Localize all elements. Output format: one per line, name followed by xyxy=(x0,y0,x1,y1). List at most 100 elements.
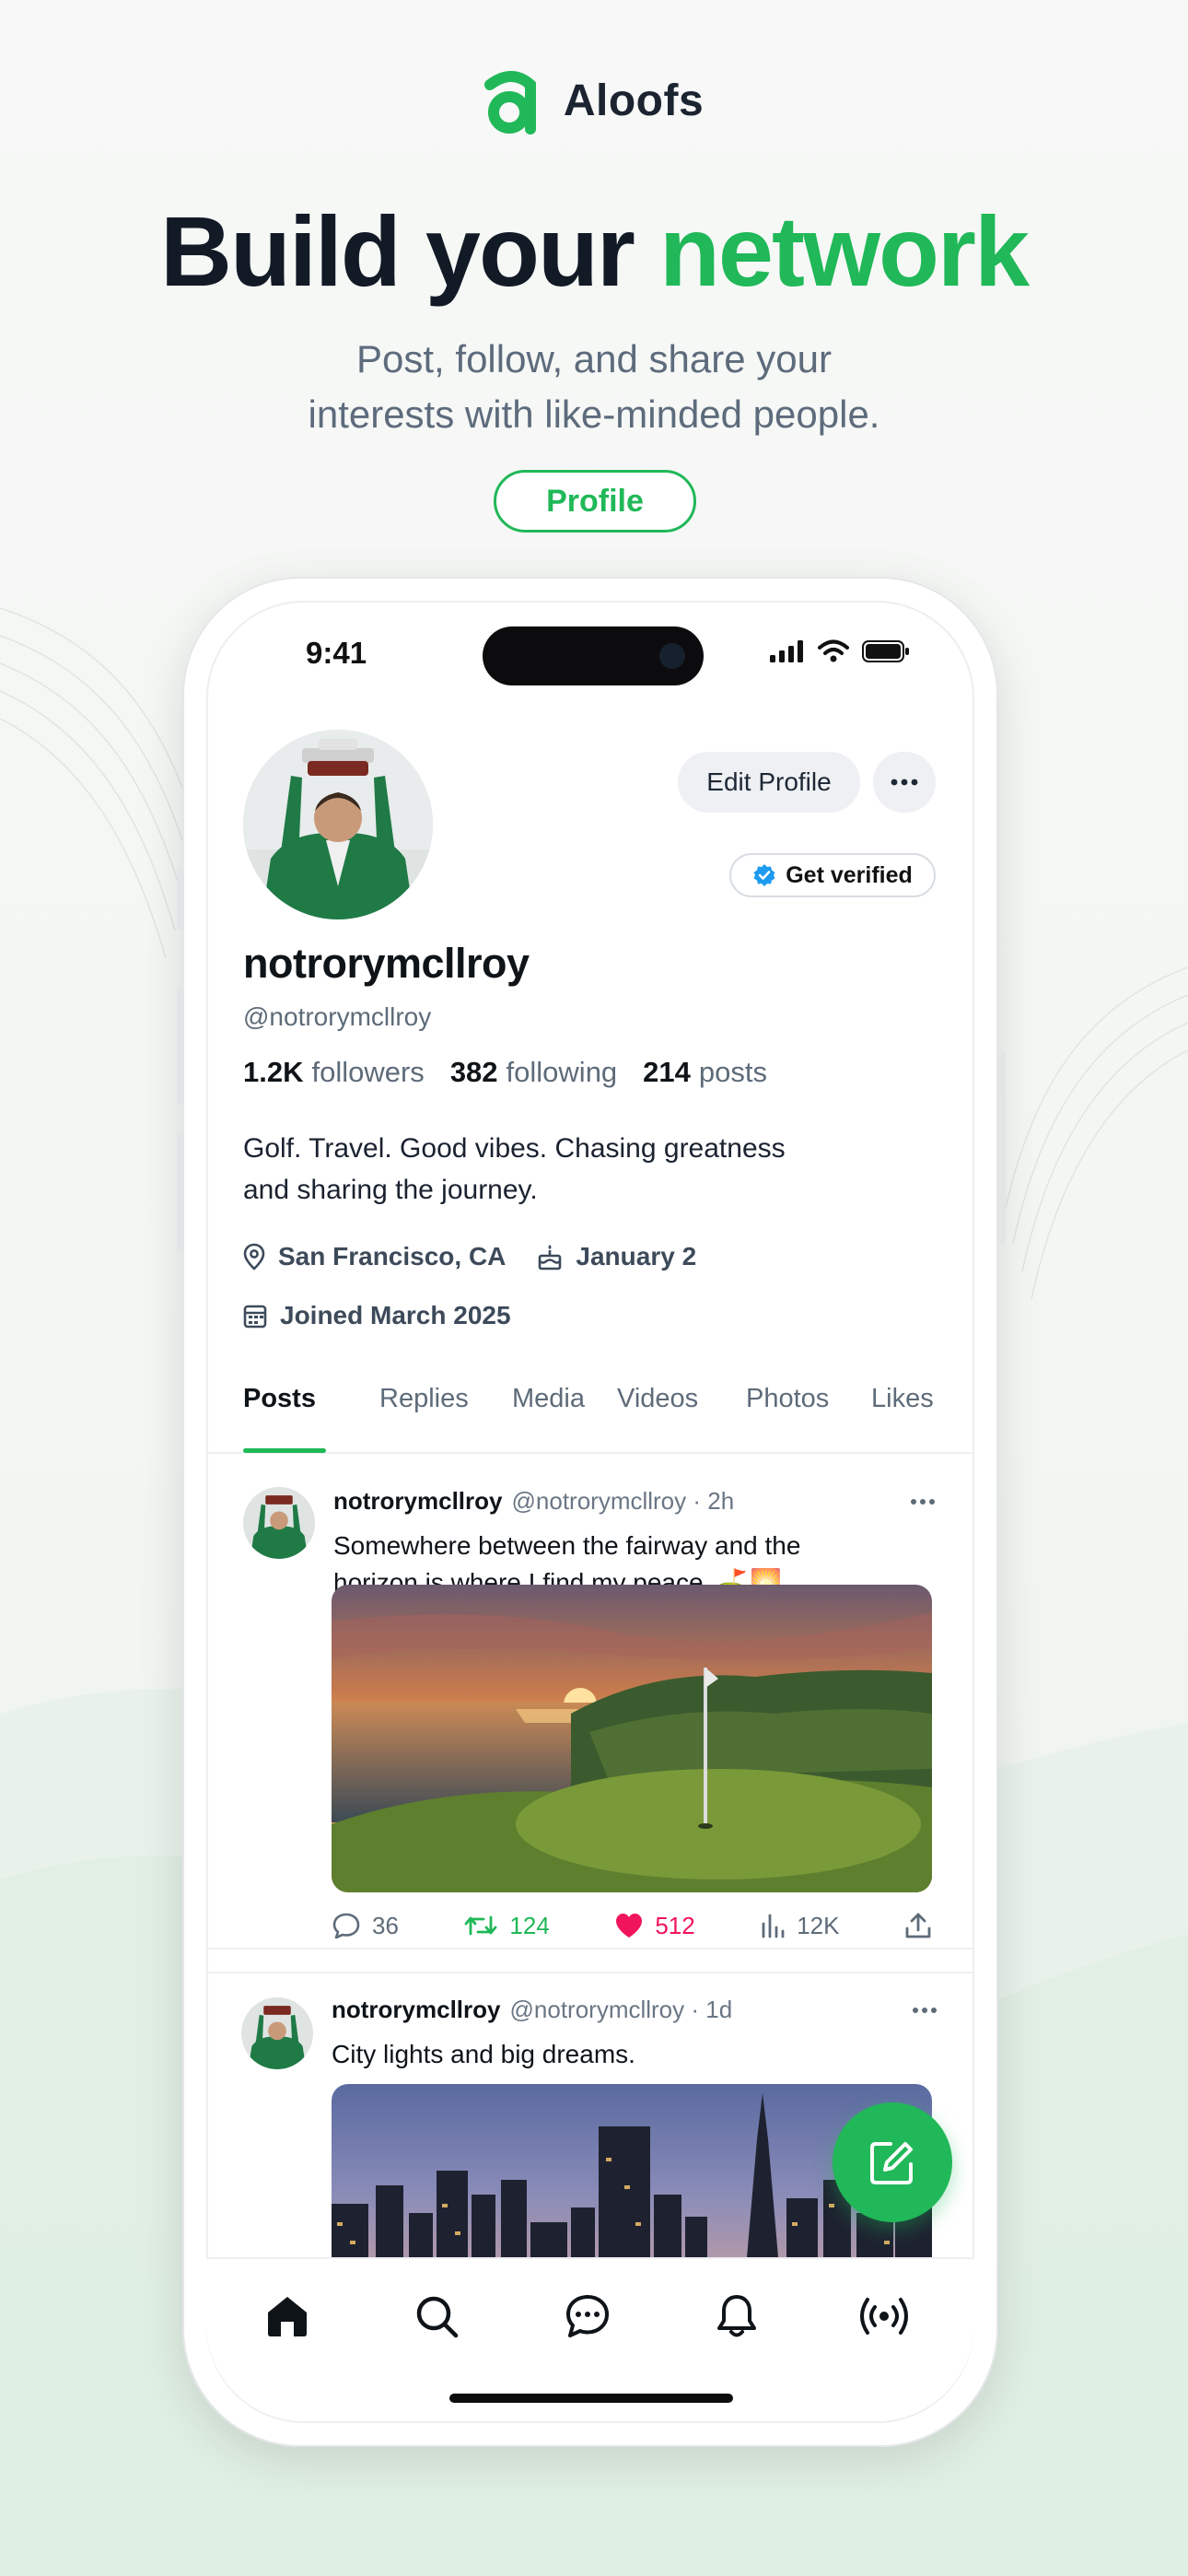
nav-live[interactable] xyxy=(856,2289,912,2344)
post-actions: 36 124 512 12K xyxy=(332,1898,932,1953)
broadcast-icon xyxy=(860,2298,908,2335)
status-time: 9:41 xyxy=(306,636,367,670)
bio-line-2: and sharing the journey. xyxy=(243,1175,538,1205)
joined-item: Joined March 2025 xyxy=(243,1301,511,1330)
birthday-item: January 2 xyxy=(537,1242,696,1271)
location-item: San Francisco, CA xyxy=(243,1242,506,1271)
repost-count: 124 xyxy=(509,1911,550,1939)
heart-icon xyxy=(616,1914,643,1938)
post-avatar[interactable] xyxy=(243,1487,315,1559)
tab-likes[interactable]: Likes xyxy=(871,1371,934,1454)
home-indicator xyxy=(449,2394,733,2403)
camera-icon xyxy=(659,643,685,669)
subtitle-line-1: Post, follow, and share your xyxy=(356,337,832,381)
tab-photos[interactable]: Photos xyxy=(746,1371,829,1454)
birthday-text: January 2 xyxy=(576,1242,697,1270)
views-action[interactable]: 12K xyxy=(760,1912,839,1940)
dynamic-island xyxy=(483,626,704,685)
nav-search[interactable] xyxy=(409,2289,464,2344)
views-chart-icon xyxy=(762,1914,785,1938)
post-author[interactable]: notrorymcllroy xyxy=(333,1487,503,1516)
post-meta: @notrorymcllroy · 2h xyxy=(511,1487,735,1515)
status-icons xyxy=(770,639,910,663)
subtitle-line-2: interests with like-minded people. xyxy=(308,392,880,436)
tab-posts[interactable]: Posts xyxy=(243,1371,316,1454)
get-verified-button[interactable]: Get verified xyxy=(729,853,936,897)
headline: Build your network xyxy=(0,193,1188,309)
posts-count: 214 xyxy=(643,1056,691,1088)
post-text-line-2: horizon is where I find my peace. ⛳🌅 xyxy=(333,1568,782,1597)
reply-action[interactable]: 36 xyxy=(332,1912,399,1940)
headline-accent: network xyxy=(658,195,1030,307)
birthday-cake-icon xyxy=(539,1245,562,1270)
nav-home[interactable] xyxy=(260,2289,315,2344)
reply-icon xyxy=(332,1913,360,1939)
headline-text: Build your xyxy=(159,195,659,307)
profile-avatar[interactable] xyxy=(243,730,433,919)
tab-media[interactable]: Media xyxy=(512,1371,585,1454)
bottom-nav xyxy=(206,2257,974,2421)
following-label: following xyxy=(506,1056,618,1088)
share-icon xyxy=(905,1913,931,1938)
bio-line-1: Golf. Travel. Good vibes. Chasing greatn… xyxy=(243,1133,786,1164)
battery-icon xyxy=(862,640,909,662)
aloofs-logo-icon xyxy=(483,71,536,135)
get-verified-label: Get verified xyxy=(786,861,913,888)
like-count: 512 xyxy=(655,1911,695,1939)
subtitle: Post, follow, and share your interests w… xyxy=(0,332,1188,442)
bell-icon xyxy=(717,2295,756,2337)
more-horizontal-icon xyxy=(891,779,918,786)
profile-bio: Golf. Travel. Good vibes. Chasing greatn… xyxy=(243,1128,906,1211)
reply-count: 36 xyxy=(372,1911,399,1939)
following-stat[interactable]: 382 following xyxy=(450,1056,617,1089)
profile-tabs: Posts Replies Media Videos Photos Likes xyxy=(208,1371,973,1454)
share-action[interactable] xyxy=(904,1912,932,1939)
wifi-icon xyxy=(818,639,849,662)
profile-stats: 1.2K followers 382 following 214 posts xyxy=(243,1056,767,1089)
brand-name: Aloofs xyxy=(563,76,705,125)
avatar-image xyxy=(243,730,433,919)
messages-icon xyxy=(566,2295,609,2337)
repost-action[interactable]: 124 xyxy=(463,1911,550,1940)
post-avatar-image xyxy=(243,1487,315,1559)
phone-side-button xyxy=(177,866,184,931)
post-header: notrorymcllroy @notrorymcllroy · 2h xyxy=(333,1487,734,1516)
views-count: 12K xyxy=(797,1911,840,1939)
status-bar: 9:41 xyxy=(208,603,973,713)
repost-icon xyxy=(465,1915,497,1936)
phone-power-button xyxy=(998,1050,1006,1244)
joined-text: Joined March 2025 xyxy=(280,1301,511,1329)
posts-stat[interactable]: 214 posts xyxy=(643,1056,767,1089)
nav-notifications[interactable] xyxy=(709,2289,764,2344)
profile-display-name: notrorymcllroy xyxy=(243,940,530,987)
location-text: San Francisco, CA xyxy=(278,1242,507,1270)
phone-volume-down xyxy=(177,1133,184,1253)
more-options-button[interactable] xyxy=(873,752,936,813)
post-more-icon[interactable] xyxy=(910,1498,936,1505)
edit-profile-button[interactable]: Edit Profile xyxy=(678,752,860,813)
brand: Aloofs xyxy=(0,66,1188,135)
verified-badge-icon xyxy=(753,864,775,886)
followers-stat[interactable]: 1.2K followers xyxy=(243,1056,425,1089)
compose-button[interactable] xyxy=(833,2102,952,2222)
posts-label: posts xyxy=(698,1056,768,1088)
home-icon xyxy=(268,2297,307,2336)
post-text: Somewhere between the fairway and the ho… xyxy=(333,1528,849,1601)
active-tab-indicator xyxy=(243,1448,326,1453)
like-action[interactable]: 512 xyxy=(614,1911,695,1940)
profile-joined-row: Joined March 2025 xyxy=(243,1301,530,1330)
following-count: 382 xyxy=(449,1056,498,1088)
signal-icon xyxy=(770,640,803,662)
search-icon xyxy=(416,2296,459,2338)
profile-pill: Profile xyxy=(494,470,696,533)
nav-messages[interactable] xyxy=(560,2289,615,2344)
calendar-icon xyxy=(243,1305,267,1329)
compose-icon xyxy=(870,2142,913,2184)
phone-volume-up xyxy=(177,986,184,1106)
post-text-line-1: Somewhere between the fairway and the xyxy=(333,1531,801,1560)
followers-count: 1.2K xyxy=(243,1056,304,1088)
profile-meta-row: San Francisco, CA January 2 xyxy=(243,1242,715,1271)
tab-videos[interactable]: Videos xyxy=(617,1371,698,1454)
location-pin-icon xyxy=(243,1243,265,1270)
tab-replies[interactable]: Replies xyxy=(379,1371,469,1454)
